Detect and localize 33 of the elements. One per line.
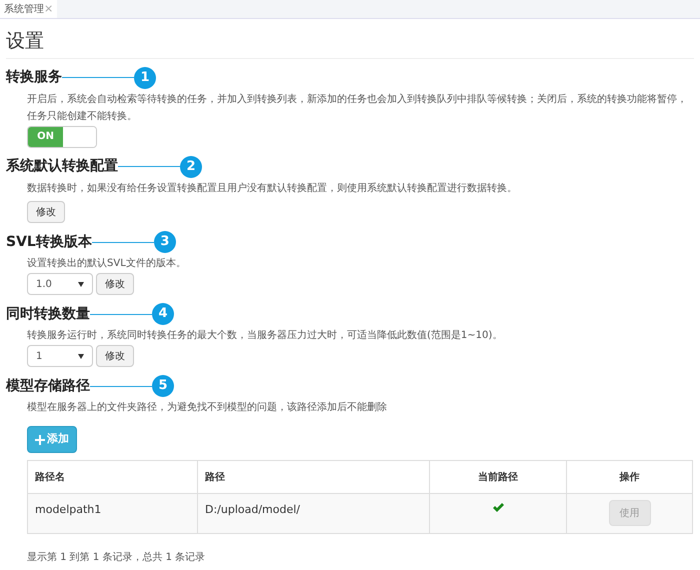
callout-number: 5 — [152, 375, 174, 397]
leader-line — [62, 77, 134, 78]
callout-number: 4 — [152, 303, 174, 325]
page-title: 设置 — [6, 27, 694, 58]
column-header: 路径名 — [28, 460, 198, 494]
callout-number: 3 — [154, 231, 176, 253]
section-heading: 转换服务 — [6, 68, 62, 87]
version-select[interactable]: 1.0 — [27, 273, 93, 295]
column-header: 当前路径 — [430, 460, 566, 494]
dropdown-caret-icon — [78, 282, 84, 286]
table-cell: modelpath1 — [28, 494, 198, 534]
tab[interactable]: 系统管理× — [0, 0, 58, 18]
section-heading: 同时转换数量 — [6, 304, 90, 324]
section-heading: SVL转换版本 — [6, 232, 92, 252]
section-description: 数据转换时，如果没有给任务设置转换配置且用户没有默认转换配置，则使用系统默认转换配置进行数据转换。 — [27, 182, 518, 196]
record-count: 显示第 1 到第 1 条记录，总共 1 条记录 — [27, 550, 206, 565]
dropdown-caret-icon — [78, 354, 84, 358]
section-heading: 系统默认转换配置 — [6, 157, 118, 176]
section-description: 转换服务运行时，系统同时转换任务的最大个数，当服务器压力过大时，可适当降低此数值(范围是1~10)。 — [27, 328, 504, 343]
column-header: 路径 — [198, 460, 430, 494]
edit-button[interactable]: 修改 — [96, 345, 134, 367]
plus-icon — [35, 434, 45, 444]
section-description: 设置转换出的默认SVL文件的版本。 — [27, 256, 187, 271]
version-select[interactable]: 1 — [27, 345, 93, 367]
section-description: 开启后，系统会自动检索等待转换的任务，并加入到转换列表，新添加的任务也会加入到转换队列中排队等候转换；关闭后，系统的转换功能将暂停，任务只能创建不能转换。 — [27, 92, 688, 124]
leader-line — [118, 166, 180, 167]
table-cell: D:/upload/model/ — [198, 494, 430, 534]
edit-button[interactable]: 修改 — [96, 273, 134, 295]
section-description: 模型在服务器上的文件夹路径，为避免找不到模型的问题，该路径添加后不能删除 — [27, 400, 388, 415]
edit-button[interactable]: 修改 — [27, 201, 65, 223]
callout-number: 1 — [134, 66, 156, 88]
section-heading: 模型存储路径 — [6, 376, 90, 396]
callout-number: 2 — [180, 156, 202, 178]
